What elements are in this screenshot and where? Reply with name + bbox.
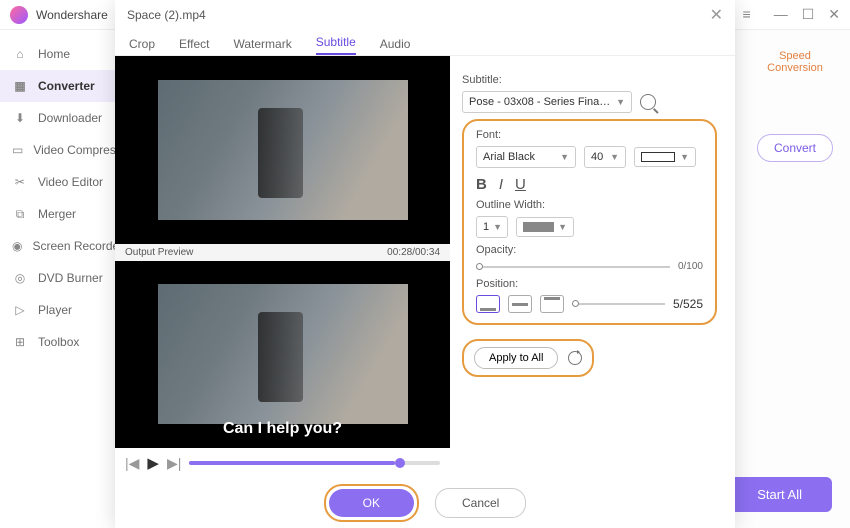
position-top-button[interactable] (540, 295, 564, 313)
position-slider[interactable] (572, 303, 665, 305)
outline-width-label: Outline Width: (476, 199, 703, 211)
timecode: 00:28/00:34 (387, 247, 440, 258)
sidebar-item-recorder[interactable]: ◉ Screen Recorde (0, 230, 115, 262)
search-subtitle-icon[interactable] (640, 94, 656, 110)
cancel-button[interactable]: Cancel (435, 488, 526, 518)
sidebar-item-toolbox[interactable]: ⊞ Toolbox (0, 326, 115, 358)
output-preview-label: Output Preview (125, 247, 193, 258)
output-preview: Can I help you? (115, 261, 450, 449)
settings-column: Subtitle: Pose - 03x08 - Series Finale P… (450, 56, 735, 478)
play-button[interactable]: ▶ (147, 454, 159, 472)
download-icon: ⬇ (12, 110, 28, 126)
play-icon: ▷ (12, 302, 28, 318)
tab-subtitle[interactable]: Subtitle (316, 35, 356, 55)
converter-icon: ▦ (12, 78, 28, 94)
ok-button[interactable]: OK (329, 489, 414, 517)
dialog-title: Space (2).mp4 (127, 8, 710, 22)
chevron-down-icon: ▼ (680, 152, 689, 162)
sidebar-item-dvd[interactable]: ◎ DVD Burner (0, 262, 115, 294)
font-color-select[interactable]: ▼ (634, 147, 696, 167)
subtitle-overlay: Can I help you? (115, 420, 450, 438)
sidebar-item-label: Video Compress (33, 143, 115, 157)
sidebar-item-label: Merger (38, 207, 76, 221)
subtitle-file-value: Pose - 03x08 - Series Finale Part 2.WE (469, 96, 612, 108)
video-frame (158, 284, 408, 424)
app-logo (10, 6, 28, 24)
sidebar-item-label: Home (38, 47, 70, 61)
chevron-down-icon: ▼ (493, 222, 502, 232)
tab-effect[interactable]: Effect (179, 37, 209, 55)
subtitle-label: Subtitle: (462, 74, 717, 86)
prev-frame-button[interactable]: |◀ (125, 455, 139, 472)
sidebar: ⌂ Home ▦ Converter ⬇ Downloader ▭ Video Comp… (0, 30, 115, 528)
chevron-down-icon: ▼ (560, 152, 569, 162)
video-frame (158, 80, 408, 220)
menu-icon[interactable]: ≡ (743, 6, 750, 23)
position-middle-button[interactable] (508, 295, 532, 313)
sidebar-item-merger[interactable]: ⧉ Merger (0, 198, 115, 230)
merge-icon: ⧉ (12, 206, 28, 222)
position-label: Position: (476, 278, 703, 290)
dialog-tabs: Crop Effect Watermark Subtitle Audio (115, 30, 735, 56)
apply-to-all-button[interactable]: Apply to All (474, 347, 558, 369)
disc-icon: ◎ (12, 270, 28, 286)
dialog-close-button[interactable]: ✕ (710, 5, 723, 25)
close-button[interactable]: ✕ (828, 6, 840, 23)
reset-icon[interactable] (568, 351, 582, 365)
sidebar-item-label: Screen Recorde (32, 239, 115, 253)
tab-audio[interactable]: Audio (380, 37, 411, 55)
opacity-slider[interactable] (476, 266, 670, 268)
edit-dialog: Space (2).mp4 ✕ Crop Effect Watermark Su… (115, 0, 735, 528)
sidebar-item-downloader[interactable]: ⬇ Downloader (0, 102, 115, 134)
chevron-down-icon: ▼ (558, 222, 567, 232)
sidebar-item-compress[interactable]: ▭ Video Compress (0, 134, 115, 166)
color-swatch (523, 222, 554, 232)
font-family-select[interactable]: Arial Black▼ (476, 146, 576, 168)
home-icon: ⌂ (12, 46, 28, 62)
sidebar-item-converter[interactable]: ▦ Converter (0, 70, 115, 102)
minimize-button[interactable]: — (774, 6, 788, 23)
color-swatch (641, 152, 675, 162)
sidebar-item-label: Video Editor (38, 175, 103, 189)
sidebar-item-home[interactable]: ⌂ Home (0, 38, 115, 70)
sidebar-item-label: Downloader (38, 111, 102, 125)
transport-bar: |◀ ▶ ▶| (115, 448, 450, 478)
chevron-down-icon: ▼ (616, 97, 625, 107)
apply-all-box: Apply to All (462, 339, 594, 377)
opacity-value: 0/100 (678, 261, 703, 272)
tab-watermark[interactable]: Watermark (233, 37, 291, 55)
italic-button[interactable]: I (499, 176, 503, 193)
font-size-select[interactable]: 40▼ (584, 146, 626, 168)
source-preview (115, 56, 450, 244)
outline-width-select[interactable]: 1▼ (476, 216, 508, 238)
sidebar-item-label: Converter (38, 79, 95, 93)
preview-column: Output Preview 00:28/00:34 Can I help yo… (115, 56, 450, 478)
underline-button[interactable]: U (515, 176, 526, 193)
sidebar-item-editor[interactable]: ✂ Video Editor (0, 166, 115, 198)
next-frame-button[interactable]: ▶| (167, 455, 181, 472)
grid-icon: ⊞ (12, 334, 28, 350)
sidebar-item-label: DVD Burner (38, 271, 103, 285)
position-bottom-button[interactable] (476, 295, 500, 313)
font-settings-box: Font: Arial Black▼ 40▼ ▼ B I U Outline W… (462, 119, 717, 325)
convert-button[interactable]: Convert (757, 134, 833, 162)
maximize-button[interactable]: ☐ (802, 6, 815, 23)
record-icon: ◉ (12, 238, 22, 254)
tab-crop[interactable]: Crop (129, 37, 155, 55)
subtitle-file-select[interactable]: Pose - 03x08 - Series Finale Part 2.WE ▼ (462, 91, 632, 113)
opacity-label: Opacity: (476, 244, 703, 256)
outline-color-select[interactable]: ▼ (516, 217, 574, 237)
compress-icon: ▭ (12, 142, 23, 158)
start-all-button[interactable]: Start All (727, 477, 832, 512)
position-value: 5/525 (673, 297, 703, 311)
font-label: Font: (476, 129, 703, 141)
progress-slider[interactable] (189, 461, 440, 465)
sidebar-item-player[interactable]: ▷ Player (0, 294, 115, 326)
sidebar-item-label: Player (38, 303, 72, 317)
chevron-down-icon: ▼ (610, 152, 619, 162)
bold-button[interactable]: B (476, 176, 487, 193)
speed-conversion-link[interactable]: Speed Conversion (750, 50, 840, 74)
scissors-icon: ✂ (12, 174, 28, 190)
sidebar-item-label: Toolbox (38, 335, 79, 349)
